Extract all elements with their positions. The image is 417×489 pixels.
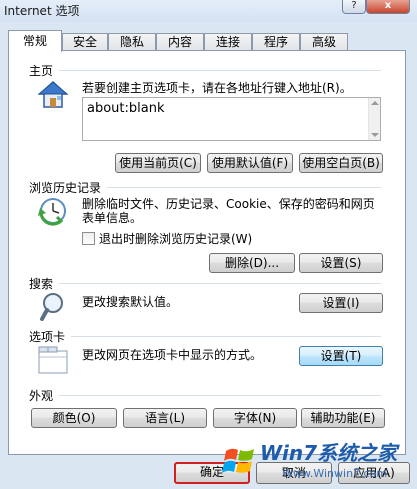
tab-content[interactable]: 内容 bbox=[156, 33, 204, 51]
tabs-description: 更改网页在选项卡中显示的方式。 bbox=[82, 348, 263, 362]
appearance-divider bbox=[59, 395, 381, 396]
window-title: Internet 选项 bbox=[4, 4, 80, 18]
home-address-scrollbar[interactable] bbox=[368, 98, 380, 140]
tab-programs[interactable]: 程序 bbox=[252, 33, 300, 51]
use-default-button[interactable]: 使用默认值(F) bbox=[207, 153, 293, 173]
history-clock-icon bbox=[38, 198, 66, 226]
watermark-url: Www.Winwin7.com bbox=[282, 467, 388, 480]
history-group-title: 浏览历史记录 bbox=[29, 181, 102, 195]
tabs-settings-button[interactable]: 设置(T) bbox=[299, 346, 383, 366]
magnifier-icon bbox=[40, 293, 63, 321]
close-button[interactable]: x bbox=[366, 0, 410, 14]
tab-general[interactable]: 常规 bbox=[8, 30, 62, 52]
tab-security[interactable]: 安全 bbox=[62, 33, 108, 51]
use-blank-button[interactable]: 使用空白页(B) bbox=[299, 153, 383, 173]
home-description: 若要创建主页选项卡，请在各地址行键入地址(R)。 bbox=[82, 81, 352, 95]
accessibility-button[interactable]: 辅助功能(E) bbox=[301, 408, 385, 428]
search-group-title: 搜索 bbox=[29, 277, 54, 291]
languages-button[interactable]: 语言(L) bbox=[123, 408, 207, 428]
use-current-button[interactable]: 使用当前页(C) bbox=[115, 153, 201, 173]
home-divider bbox=[59, 70, 381, 71]
search-description: 更改搜索默认值。 bbox=[82, 295, 179, 309]
scroll-down-arrow-icon[interactable] bbox=[371, 133, 379, 137]
home-address-field[interactable]: about:blank bbox=[82, 97, 381, 141]
tab-advanced[interactable]: 高级 bbox=[300, 33, 348, 51]
watermark-brand: Win7系统之家 bbox=[260, 441, 398, 465]
tabs-divider bbox=[71, 336, 381, 337]
home-address-value: about:blank bbox=[87, 101, 165, 116]
delete-history-button[interactable]: 删除(D)... bbox=[209, 253, 295, 273]
history-divider bbox=[107, 187, 381, 188]
delete-on-exit-label[interactable]: 退出时删除浏览历史记录(W) bbox=[99, 232, 252, 246]
tabbed-window-icon bbox=[38, 346, 68, 374]
fonts-button[interactable]: 字体(N) bbox=[213, 408, 297, 428]
general-panel: 主页 若要创建主页选项卡，请在各地址行键入地址(R)。 about:blank … bbox=[8, 50, 406, 455]
house-icon bbox=[37, 80, 69, 108]
home-group-title: 主页 bbox=[29, 64, 54, 78]
help-button[interactable]: ? bbox=[342, 0, 366, 14]
search-settings-button[interactable]: 设置(I) bbox=[299, 293, 383, 313]
delete-on-exit-checkbox[interactable] bbox=[82, 232, 95, 245]
windows-logo-icon bbox=[222, 448, 254, 473]
colors-button[interactable]: 颜色(O) bbox=[31, 408, 117, 428]
history-description: 删除临时文件、历史记录、Cookie、保存的密码和网页表单信息。 bbox=[82, 197, 375, 225]
appearance-group-title: 外观 bbox=[29, 389, 54, 403]
title-bar: Internet 选项 ? x bbox=[0, 0, 417, 22]
history-settings-button[interactable]: 设置(S) bbox=[299, 253, 383, 273]
search-divider bbox=[59, 283, 381, 284]
tab-connections[interactable]: 连接 bbox=[204, 33, 252, 51]
tabs-group-title: 选项卡 bbox=[29, 330, 66, 344]
watermark: Win7系统之家 Www.Winwin7.com bbox=[220, 437, 417, 489]
scroll-up-arrow-icon[interactable] bbox=[371, 101, 379, 105]
tab-privacy[interactable]: 隐私 bbox=[108, 33, 156, 51]
